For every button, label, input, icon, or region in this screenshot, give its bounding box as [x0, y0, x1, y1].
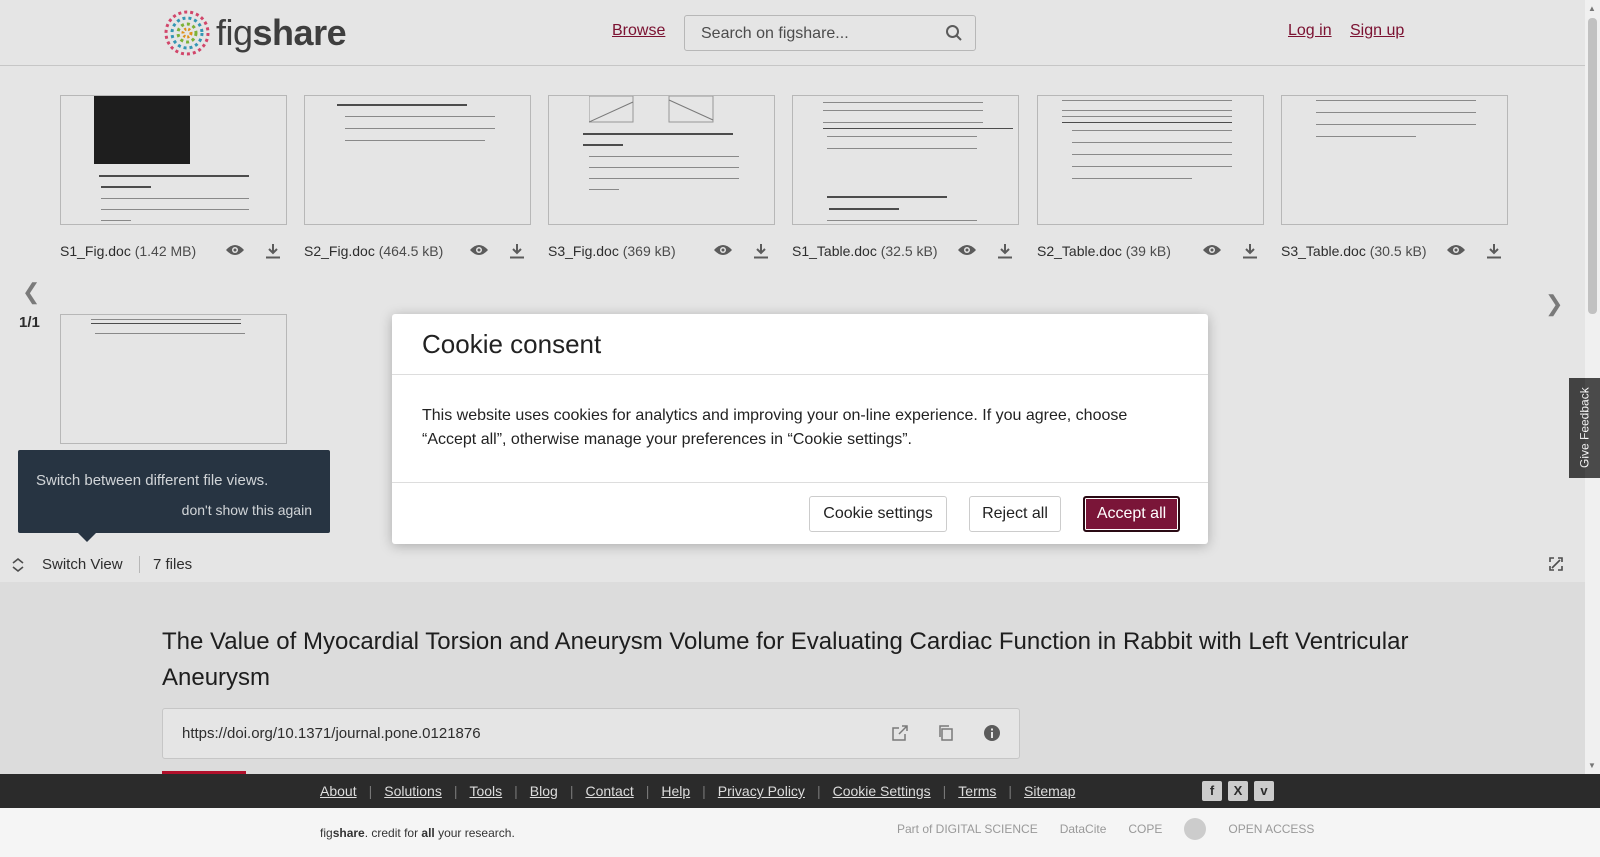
digital-science-logo[interactable]: Part of DIGITAL SCIENCE [897, 822, 1038, 836]
footer-link-privacy-policy[interactable]: Privacy Policy [718, 783, 805, 799]
partner-globe-icon[interactable] [1184, 818, 1207, 840]
credit-end: your research. [434, 826, 515, 840]
divider [392, 482, 1208, 483]
partner-logos: Part of DIGITAL SCIENCE DataCite COPE OP… [897, 818, 1314, 840]
social-links: f X v [1202, 781, 1274, 801]
cookie-dialog-body: This website uses cookies for analytics … [422, 407, 1128, 448]
footer-credit: figshare. credit for all your research. [320, 826, 515, 840]
scroll-down-icon[interactable]: ▼ [1588, 761, 1596, 770]
open-access-logo[interactable]: OPEN ACCESS [1228, 822, 1314, 836]
divider [392, 374, 1208, 375]
accept-all-button[interactable]: Accept all [1083, 496, 1180, 532]
footer-link-solutions[interactable]: Solutions [384, 783, 442, 799]
scrollbar-thumb[interactable] [1588, 18, 1597, 314]
footer-link-help[interactable]: Help [661, 783, 690, 799]
footer-link-contact[interactable]: Contact [585, 783, 633, 799]
datacite-logo[interactable]: DataCite [1060, 822, 1107, 836]
credit-share: share [332, 826, 365, 840]
cookie-settings-button[interactable]: Cookie settings [809, 496, 947, 532]
footer-link-sitemap[interactable]: Sitemap [1024, 783, 1075, 799]
footer-link-cookie-settings[interactable]: Cookie Settings [833, 783, 931, 799]
footer-link-terms[interactable]: Terms [958, 783, 996, 799]
scroll-up-icon[interactable]: ▲ [1588, 4, 1596, 13]
credit-all: all [421, 826, 435, 840]
vimeo-icon[interactable]: v [1254, 781, 1274, 801]
facebook-icon[interactable]: f [1202, 781, 1222, 801]
footer-link-tools[interactable]: Tools [469, 783, 502, 799]
credit-mid: . credit for [364, 826, 422, 840]
cookie-consent-dialog: Cookie consent This website uses cookies… [392, 314, 1208, 544]
credit-fig: fig [320, 826, 333, 840]
footer-nav: About | Solutions | Tools | Blog | Contact | … [320, 783, 1076, 799]
site-footer: About | Solutions | Tools | Blog | Contact | … [0, 774, 1600, 857]
footer-links-bar: About | Solutions | Tools | Blog | Contact | … [0, 774, 1600, 808]
footer-link-about[interactable]: About [320, 783, 357, 799]
cookie-dialog-title: Cookie consent [422, 329, 602, 359]
reject-all-button[interactable]: Reject all [969, 496, 1061, 532]
x-twitter-icon[interactable]: X [1228, 781, 1248, 801]
footer-link-blog[interactable]: Blog [530, 783, 558, 799]
cope-logo[interactable]: COPE [1128, 822, 1162, 836]
